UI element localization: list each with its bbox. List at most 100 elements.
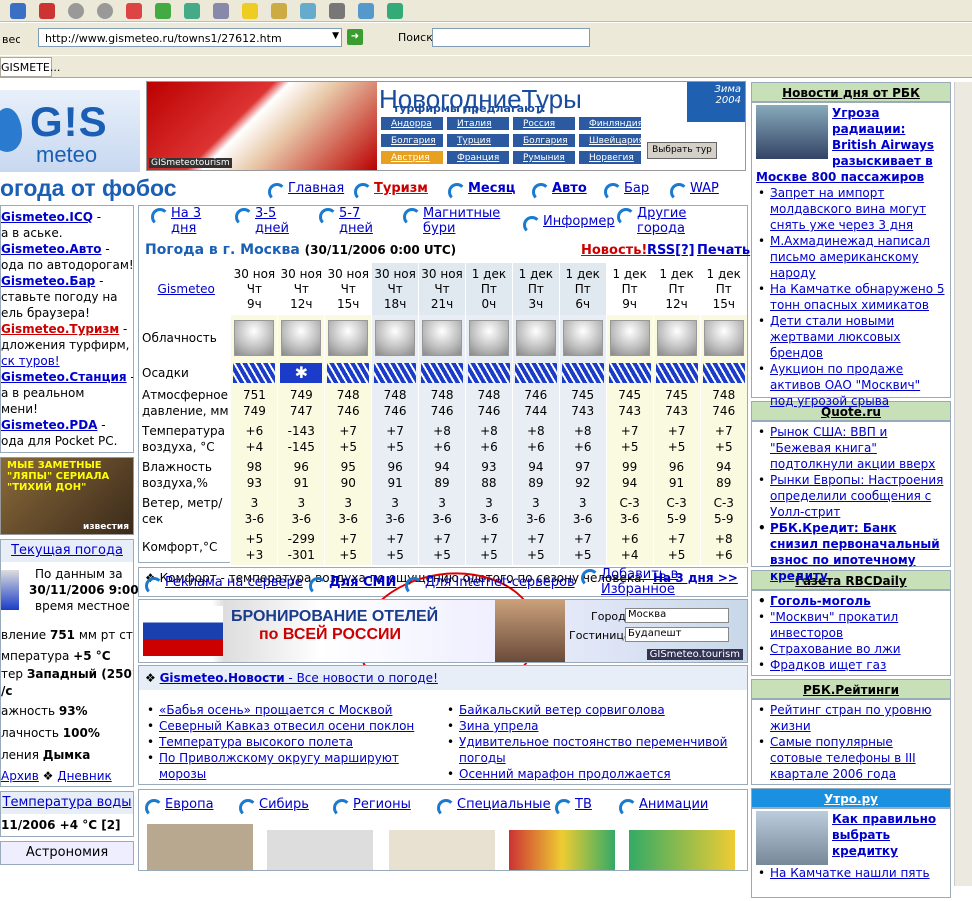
news-link[interactable]: По Приволжскому округу маршируют морозы (159, 751, 399, 781)
news-item-link[interactable]: На Камчатке обнаружено 5 тонн опасных хи… (756, 281, 946, 313)
news-item-link[interactable]: Самые популярные сотовые телефоны в III … (756, 734, 946, 782)
choose-tour-button[interactable]: Выбрать тур (647, 142, 717, 159)
map-thumb-special[interactable] (509, 830, 615, 870)
nav-siberia[interactable]: Сибирь (233, 797, 327, 817)
go-icon[interactable]: ➜ (347, 29, 363, 45)
scrollbar[interactable] (954, 82, 972, 886)
news-link[interactable]: Температура высокого полета (159, 735, 353, 749)
country-link[interactable]: Андорра (380, 116, 444, 131)
news-link[interactable]: Осенний марафон продолжается (459, 767, 671, 781)
news-item-link[interactable]: Дети стали новыми жертвами люксовых брен… (756, 313, 946, 361)
country-link[interactable]: Турция (446, 133, 510, 148)
service-link[interactable]: Gismeteo.PDA (1, 418, 97, 432)
nav-avto[interactable]: Авто (526, 181, 598, 201)
rating-head[interactable]: РБК.Рейтинги (751, 679, 951, 699)
country-link[interactable]: Финляндия (578, 116, 642, 131)
country-link[interactable]: Норвегия (578, 150, 642, 165)
map-thumb-tv[interactable] (629, 830, 735, 870)
tab-gismeteo[interactable]: GISMETE... (0, 57, 60, 77)
water-temp-head[interactable]: Температура воды (1, 792, 133, 814)
search-icon[interactable] (213, 2, 229, 19)
current-weather-head[interactable]: Текущая погода (1, 540, 133, 562)
stop-icon[interactable] (126, 2, 142, 19)
nav-servers[interactable]: Для Internet-серверов (399, 575, 575, 595)
gismeteo-logo[interactable]: G!S meteo (0, 90, 140, 172)
astronomy-head[interactable]: Астрономия (1, 842, 133, 864)
nav-media[interactable]: Для СМИ (303, 575, 399, 595)
country-link[interactable]: Болгария (380, 133, 444, 148)
tv-promo[interactable]: МЫЕ ЗАМЕТНЫЕ "ЛЯПЫ" СЕРИАЛА "ТИХИЙ ДОН" … (0, 457, 134, 535)
nav-wap[interactable]: WAP (664, 181, 730, 201)
nav-turizm[interactable]: Туризм (348, 181, 442, 201)
nav-informer[interactable]: Информер (517, 214, 615, 234)
edit-icon[interactable] (358, 2, 374, 19)
news-item-link[interactable]: Рынок США: ВВП и "Бежевая книга" подтолк… (756, 424, 946, 472)
map-thumb-regions[interactable] (389, 830, 495, 870)
city-select[interactable]: Москва (625, 608, 729, 623)
service-link[interactable]: Gismeteo.Бар (1, 274, 95, 288)
refresh-icon[interactable] (155, 2, 171, 19)
news-head-link[interactable]: Gismeteo.Новости (160, 671, 285, 685)
nav-3-5-days[interactable]: 3-5 дней (229, 206, 313, 236)
country-link[interactable]: Болгария (512, 133, 576, 148)
archive-link[interactable]: Архив (1, 769, 39, 783)
news-link[interactable]: Северный Кавказ отвесил осени поклон (159, 719, 414, 733)
service-link[interactable]: Gismeteo.Станция (1, 370, 127, 384)
hotel-select[interactable]: Будапешт (625, 627, 729, 642)
country-link[interactable]: Румыния (512, 150, 576, 165)
url-input[interactable]: http://www.gismeteo.ru/towns1/27612.htm ▼ (38, 28, 342, 47)
nav-magnetic[interactable]: Магнитные бури (397, 206, 517, 236)
rss-link[interactable]: RSS[?] (647, 243, 695, 258)
nav-favorites[interactable]: Добавить в Избранное (575, 567, 745, 597)
print-link[interactable]: Печать (697, 243, 750, 258)
news-item-link[interactable]: Аукцион по продаже активов ОАО "Москвич"… (756, 361, 946, 409)
nav-glavnaya[interactable]: Главная (262, 181, 348, 201)
news-item-link[interactable]: РБК.Кредит: Банк снизил первоначальный в… (756, 520, 946, 584)
utro-lead-link[interactable]: Как правильно выбрать кредитку (832, 812, 936, 858)
back-icon[interactable] (68, 2, 84, 19)
search-input[interactable] (432, 28, 590, 47)
nav-other-cities[interactable]: Другие города (611, 206, 731, 236)
news-item-link[interactable]: Фрадков ищет газ (756, 657, 946, 673)
rbc-head[interactable]: Новости дня от РБК (751, 82, 951, 102)
news-link[interactable]: Новость! (581, 243, 647, 258)
news-link[interactable]: «Бабья осень» прощается с Москвой (159, 703, 392, 717)
country-link[interactable]: Италия (446, 116, 510, 131)
service-link[interactable]: Gismeteo.Туризм (1, 322, 119, 336)
news-item-link[interactable]: Рынки Европы: Настроения определили сооб… (756, 472, 946, 520)
country-link[interactable]: Швейцария (578, 133, 642, 148)
delete-icon[interactable] (39, 2, 55, 19)
news-item-link[interactable]: Запрет на импорт молдавского вина могут … (756, 185, 946, 233)
save-icon[interactable] (10, 2, 26, 19)
news-item-link[interactable]: М.Ахмадинежад написал письмо американско… (756, 233, 946, 281)
country-link[interactable]: Россия (512, 116, 576, 131)
nav-5-7-days[interactable]: 5-7 дней (313, 206, 397, 236)
favorites-icon[interactable] (242, 2, 258, 19)
nav-3-days[interactable]: На 3 дня (145, 206, 229, 236)
nav-special[interactable]: Специальные (431, 797, 551, 817)
print-icon[interactable] (329, 2, 345, 19)
news-link[interactable]: Удивительное постоянство переменчивой по… (459, 735, 727, 765)
map-thumb-europe[interactable] (147, 824, 253, 870)
nav-tv[interactable]: ТВ (549, 797, 613, 817)
service-link[interactable]: Gismeteo.ICQ (1, 210, 93, 224)
news-link[interactable]: Зина упрела (459, 719, 538, 733)
nav-mesyac[interactable]: Месяц (442, 181, 526, 201)
service-link[interactable]: Gismeteo.Авто (1, 242, 102, 256)
news-item-link[interactable]: "Москвич" прокатил инвесторов (756, 609, 946, 641)
new-year-tours-banner[interactable]: GISmeteotourism НовогодниеТуры турфирмы … (146, 81, 746, 171)
diary-link[interactable]: Дневник (57, 769, 112, 783)
nav-regions[interactable]: Регионы (327, 797, 431, 817)
hotel-booking-banner[interactable]: БРОНИРОВАНИЕ ОТЕЛЕЙ по ВСЕЙ РОССИИ Город… (138, 599, 748, 663)
nav-advert[interactable]: Реклама на сервере (139, 575, 303, 595)
home-icon[interactable] (184, 2, 200, 19)
chevron-down-icon[interactable]: ▼ (332, 31, 339, 41)
utro-more-link[interactable]: На Камчатке нашли пять (756, 865, 946, 881)
forward-icon[interactable] (97, 2, 113, 19)
news-item-link[interactable]: Рейтинг стран по уровню жизни (756, 702, 946, 734)
mail-icon[interactable] (300, 2, 316, 19)
news-item-link[interactable]: Гоголь-моголь (756, 593, 946, 609)
nav-animation[interactable]: Анимации (613, 797, 713, 817)
country-link[interactable]: Франция (446, 150, 510, 165)
news-item-link[interactable]: Страхование во лжи (756, 641, 946, 657)
